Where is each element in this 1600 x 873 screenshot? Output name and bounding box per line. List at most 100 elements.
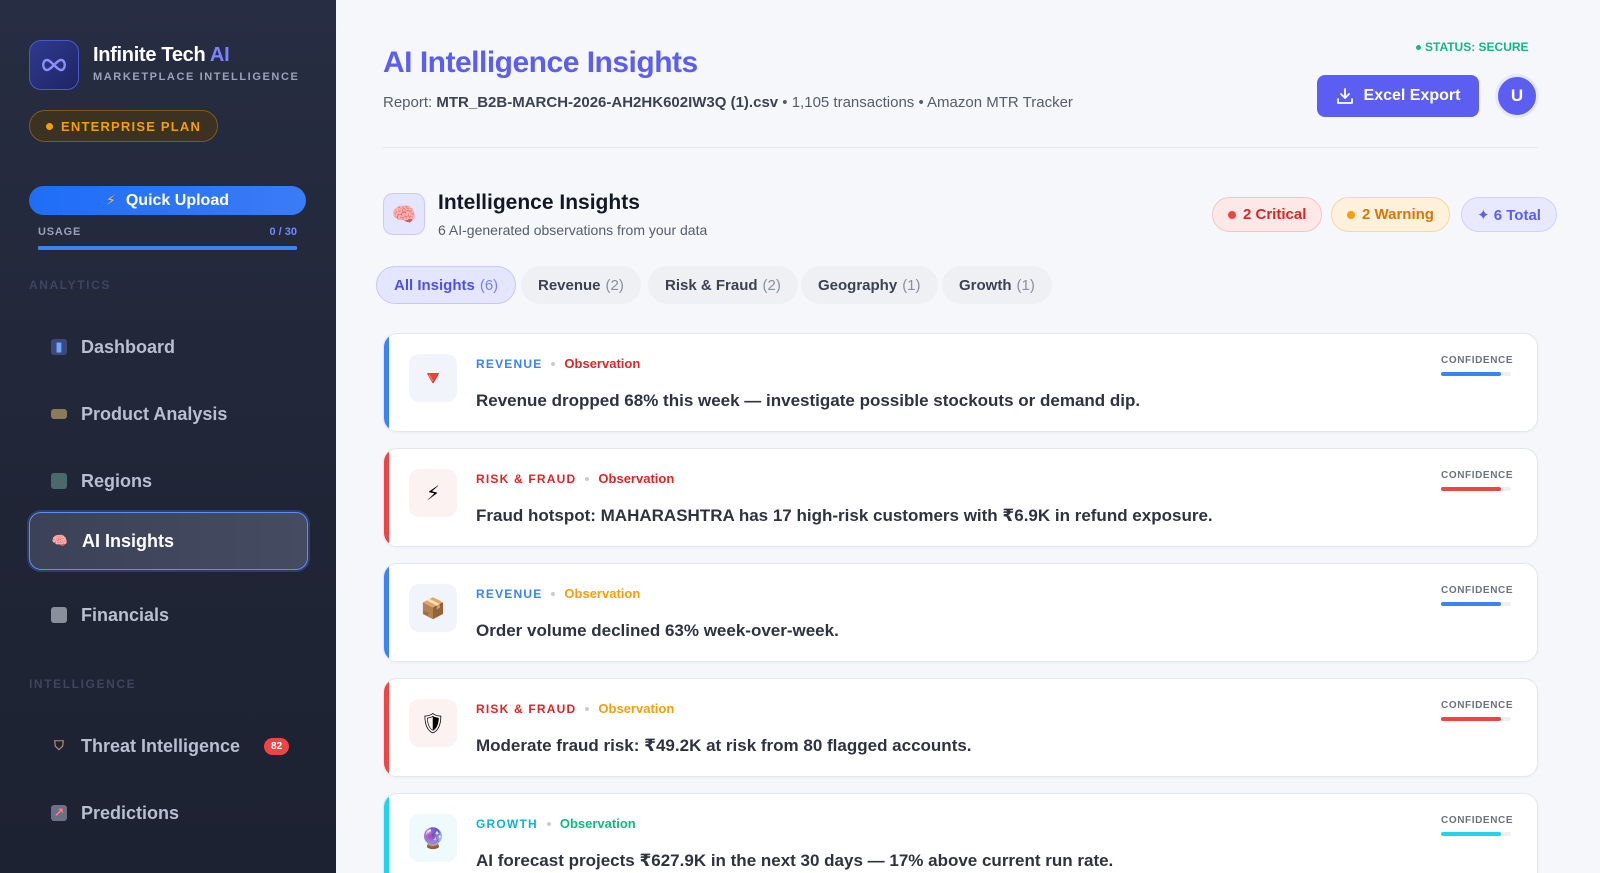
lightning-icon: ⚡ xyxy=(106,192,116,208)
infinity-icon xyxy=(42,58,66,72)
plan-dot-icon xyxy=(46,122,53,130)
sidebar-item-label: Threat Intelligence xyxy=(81,735,241,756)
sidebar-item-ai-insights[interactable]: 🧠 AI Insights xyxy=(29,512,308,570)
tab-label: Revenue xyxy=(538,276,601,294)
bar-chart-icon: ▮ xyxy=(51,339,67,355)
insight-card[interactable]: 🔮 GROWTH Observation AI forecast projects… xyxy=(383,793,1538,873)
confidence-bar xyxy=(1441,602,1511,606)
card-category: RISK & FRAUD xyxy=(476,471,577,486)
down-triangle-icon: 🔻 xyxy=(409,354,457,402)
critical-count-badge[interactable]: 2 Critical xyxy=(1212,197,1323,232)
card-message: Fraud hotspot: MAHARASHTRA has 17 high-r… xyxy=(476,506,1213,525)
status-indicator: STATUS: SECURE xyxy=(1416,40,1529,54)
card-accent xyxy=(384,564,389,661)
insight-card[interactable]: 🛡 RISK & FRAUD Observation Moderate fraud… xyxy=(383,678,1538,777)
sidebar-item-threat-intelligence[interactable]: ⛉ Threat Intelligence 82 xyxy=(29,717,308,775)
critical-label: 2 Critical xyxy=(1243,206,1307,223)
warning-dot-icon xyxy=(1347,210,1355,219)
sidebar-item-dashboard[interactable]: ▮ Dashboard xyxy=(29,318,308,376)
brain-icon: 🧠 xyxy=(51,533,69,548)
card-message: AI forecast projects ₹627.9K in the next… xyxy=(476,851,1114,870)
sidebar-item-label: Predictions xyxy=(81,802,180,823)
confidence-fill xyxy=(1441,372,1501,376)
trend-chart-icon: ↗ xyxy=(51,805,67,821)
brand: Infinite Tech AI MARKETPLACE INTELLIGENC… xyxy=(93,44,299,83)
avatar[interactable]: U xyxy=(1495,74,1539,118)
plan-badge: ENTERPRISE PLAN xyxy=(29,110,219,142)
tab-count: (2) xyxy=(605,276,624,294)
section-intelligence: INTELLIGENCE xyxy=(29,677,137,691)
logo[interactable] xyxy=(29,40,79,90)
card-accent xyxy=(384,449,389,546)
tag-icon xyxy=(51,409,67,419)
plan-label: ENTERPRISE PLAN xyxy=(61,118,202,134)
tab-label: Growth xyxy=(959,276,1012,294)
page-title: AI Intelligence Insights xyxy=(383,46,698,79)
confidence-meter: CONFIDENCE xyxy=(1441,815,1513,836)
sidebar-item-product-analysis[interactable]: Product Analysis xyxy=(29,385,308,443)
confidence-label: CONFIDENCE xyxy=(1441,700,1514,711)
total-label: ✦ 6 Total xyxy=(1477,206,1541,224)
separator-dot xyxy=(551,591,556,596)
package-icon: 📦 xyxy=(409,584,457,632)
confidence-meter: CONFIDENCE xyxy=(1441,700,1514,721)
card-category: REVENUE xyxy=(476,356,543,371)
card-category: REVENUE xyxy=(476,586,543,601)
card-type: Observation xyxy=(598,701,675,716)
section-analytics: ANALYTICS xyxy=(29,278,111,292)
warning-count-badge[interactable]: 2 Warning xyxy=(1331,197,1450,232)
receipt-icon xyxy=(51,607,67,623)
download-icon xyxy=(1336,88,1353,104)
insight-card[interactable]: 📦 REVENUE Observation Order volume declin… xyxy=(383,563,1538,662)
status-label: STATUS: SECURE xyxy=(1425,40,1529,54)
confidence-bar xyxy=(1441,487,1511,491)
tab-revenue[interactable]: Revenue (2) xyxy=(521,266,641,304)
tab-risk-fraud[interactable]: Risk & Fraud (2) xyxy=(648,266,798,304)
confidence-fill xyxy=(1441,487,1501,491)
excel-export-button[interactable]: Excel Export xyxy=(1317,75,1479,117)
main-content: AI Intelligence Insights Report: MTR_B2B… xyxy=(336,0,1600,873)
separator-dot xyxy=(585,476,590,481)
sidebar-item-regions[interactable]: Regions xyxy=(29,452,308,510)
tab-growth[interactable]: Growth (1) xyxy=(942,266,1052,304)
report-details: • 1,105 transactions • Amazon MTR Tracke… xyxy=(782,94,1073,111)
total-count-badge[interactable]: ✦ 6 Total xyxy=(1461,197,1557,232)
confidence-fill xyxy=(1441,832,1501,836)
card-message: Order volume declined 63% week-over-week… xyxy=(476,621,839,640)
tab-geography[interactable]: Geography (1) xyxy=(801,266,938,304)
threat-count-badge: 82 xyxy=(264,737,290,755)
confidence-bar xyxy=(1441,372,1511,376)
tab-count: (1) xyxy=(902,276,921,294)
sidebar-item-financials[interactable]: Financials xyxy=(29,586,308,644)
sidebar-item-label: Dashboard xyxy=(81,336,176,357)
crystal-ball-icon: 🔮 xyxy=(409,814,457,862)
sidebar-item-label: Product Analysis xyxy=(81,403,228,424)
usage-meter: USAGE 0 / 30 xyxy=(38,226,297,250)
sidebar-item-label: Financials xyxy=(81,604,170,625)
usage-label: USAGE xyxy=(38,226,82,238)
confidence-bar xyxy=(1441,717,1511,721)
warning-label: 2 Warning xyxy=(1362,206,1434,223)
usage-bar-fill xyxy=(38,246,297,250)
tab-count: (2) xyxy=(762,276,781,294)
confidence-label: CONFIDENCE xyxy=(1441,470,1514,481)
separator-dot xyxy=(551,361,556,366)
report-info: Report: MTR_B2B-MARCH-2026-AH2HK602IW3Q … xyxy=(383,94,1073,111)
tab-label: Risk & Fraud xyxy=(665,276,758,294)
separator-dot xyxy=(546,821,551,826)
separator-dot xyxy=(585,706,590,711)
brain-icon: 🧠 xyxy=(383,193,425,235)
shield-icon: 🛡 xyxy=(409,699,457,747)
confidence-label: CONFIDENCE xyxy=(1441,585,1514,596)
tab-all-insights[interactable]: All Insights (6) xyxy=(376,266,517,304)
sidebar-item-predictions[interactable]: ↗ Predictions xyxy=(29,784,308,842)
quick-upload-button[interactable]: ⚡ Quick Upload xyxy=(29,186,306,215)
card-accent xyxy=(384,679,389,776)
insight-card[interactable]: ⚡ RISK & FRAUD Observation Fraud hotspot:… xyxy=(383,448,1538,547)
card-category: GROWTH xyxy=(476,816,538,831)
tab-label: All Insights xyxy=(394,276,475,294)
confidence-fill xyxy=(1441,602,1501,606)
divider xyxy=(383,147,1538,148)
confidence-label: CONFIDENCE xyxy=(1441,355,1514,366)
insight-card[interactable]: 🔻 REVENUE Observation Revenue dropped 68%… xyxy=(383,333,1538,432)
